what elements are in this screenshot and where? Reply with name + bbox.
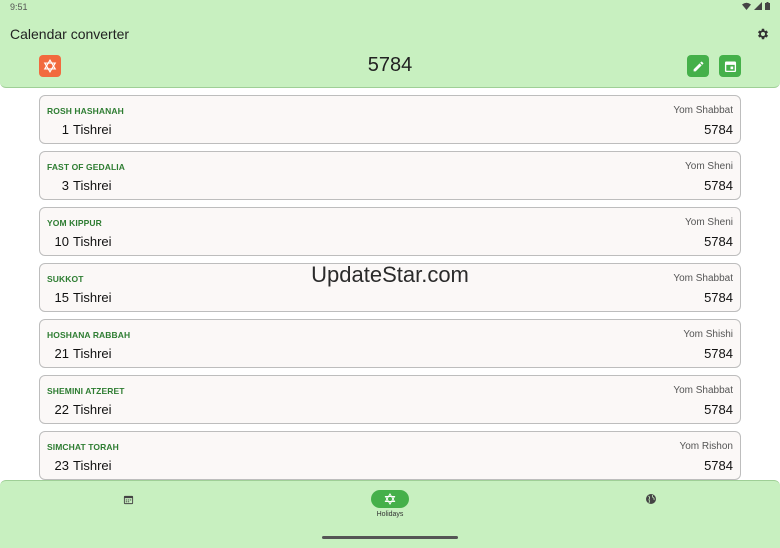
status-time: 9:51	[10, 2, 28, 12]
holiday-card[interactable]: YOM KIPPUR 10 Tishrei Yom Sheni 5784	[39, 207, 741, 256]
holiday-name: ROSH HASHANAH	[47, 106, 124, 116]
holiday-year: 5784	[704, 346, 733, 361]
status-icons	[742, 2, 770, 10]
holiday-weekday: Yom Rishon	[679, 441, 733, 452]
holiday-weekday: Yom Sheni	[685, 161, 733, 172]
holiday-year: 5784	[704, 122, 733, 137]
holiday-name: SHEMINI ATZERET	[47, 386, 125, 396]
holiday-name: FAST OF GEDALIA	[47, 162, 125, 172]
nav-calendar[interactable]	[98, 490, 158, 508]
holiday-card[interactable]: SIMCHAT TORAH 23 Tishrei Yom Rishon 5784	[39, 431, 741, 480]
holiday-weekday: Yom Shabbat	[673, 273, 733, 284]
top-app-bar: 9:51 Calendar converter 5784	[0, 0, 780, 88]
holiday-month: Tishrei	[73, 402, 112, 417]
nav-world-pill	[632, 490, 670, 508]
holiday-card[interactable]: FAST OF GEDALIA 3 Tishrei Yom Sheni 5784	[39, 151, 741, 200]
holiday-year: 5784	[704, 290, 733, 305]
battery-icon	[765, 2, 770, 10]
holiday-weekday: Yom Shabbat	[673, 385, 733, 396]
nav-holidays-pill	[371, 490, 409, 508]
holiday-year: 5784	[704, 178, 733, 193]
edit-year-button[interactable]	[687, 55, 709, 77]
wifi-icon	[742, 2, 751, 10]
holiday-day: 23	[54, 458, 69, 473]
holiday-card[interactable]: SUKKOT 15 Tishrei Yom Shabbat 5784	[39, 263, 741, 312]
holiday-day: 1	[61, 122, 69, 137]
app-title: Calendar converter	[10, 26, 130, 42]
holiday-weekday: Yom Shabbat	[673, 105, 733, 116]
holiday-day: 10	[54, 234, 69, 249]
calendar-icon	[123, 495, 133, 504]
holiday-month: Tishrei	[73, 234, 112, 249]
holiday-month: Tishrei	[73, 178, 112, 193]
globe-icon	[646, 494, 656, 504]
holiday-name: HOSHANA RABBAH	[47, 330, 131, 340]
holiday-weekday: Yom Shishi	[683, 329, 733, 340]
nav-calendar-pill	[109, 490, 147, 508]
holiday-year: 5784	[704, 402, 733, 417]
nav-world[interactable]	[621, 490, 681, 508]
nav-holidays-label: Holidays	[376, 511, 404, 518]
holiday-card[interactable]: HOSHANA RABBAH 21 Tishrei Yom Shishi 578…	[39, 319, 741, 368]
nav-holidays[interactable]: Holidays	[360, 490, 420, 518]
star-of-david-icon	[384, 493, 396, 505]
holiday-month: Tishrei	[73, 346, 112, 361]
holiday-month: Tishrei	[73, 458, 112, 473]
holiday-list: ROSH HASHANAH 1 Tishrei Yom Shabbat 5784…	[39, 95, 741, 487]
holiday-card[interactable]: ROSH HASHANAH 1 Tishrei Yom Shabbat 5784	[39, 95, 741, 144]
calendar-view-button[interactable]	[719, 55, 741, 77]
home-indicator[interactable]	[322, 536, 458, 539]
holiday-day: 22	[54, 402, 69, 417]
signal-icon	[754, 2, 762, 10]
holiday-name: SUKKOT	[47, 274, 84, 284]
gear-icon	[757, 28, 769, 40]
holiday-name: YOM KIPPUR	[47, 218, 102, 228]
settings-button[interactable]	[756, 27, 770, 41]
holiday-day: 21	[54, 346, 69, 361]
holiday-month: Tishrei	[73, 122, 112, 137]
holiday-card[interactable]: SHEMINI ATZERET 22 Tishrei Yom Shabbat 5…	[39, 375, 741, 424]
holiday-year: 5784	[704, 234, 733, 249]
holiday-name: SIMCHAT TORAH	[47, 442, 119, 452]
calendar-icon	[724, 60, 736, 72]
holiday-month: Tishrei	[73, 290, 112, 305]
pencil-icon	[693, 61, 703, 71]
year-title: 5784	[367, 54, 413, 76]
holiday-weekday: Yom Sheni	[685, 217, 733, 228]
holiday-year: 5784	[704, 458, 733, 473]
holiday-day: 3	[61, 178, 69, 193]
holiday-day: 15	[54, 290, 69, 305]
